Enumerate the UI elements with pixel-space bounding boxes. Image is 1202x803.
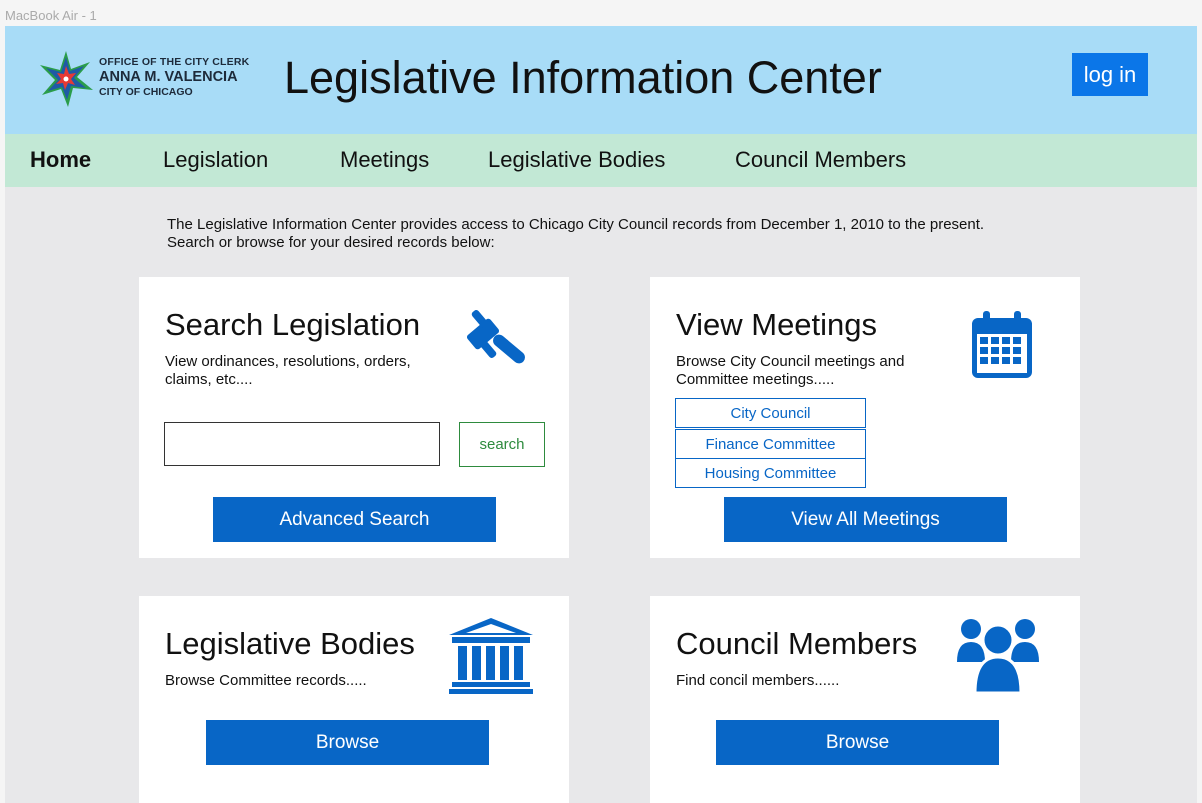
meetings-desc-line-2: Committee meetings..... [676,371,835,388]
main-nav: Home Legislation Meetings Legislative Bo… [5,134,1197,187]
legislative-bodies-description: Browse Committee records..... [165,672,367,689]
meeting-link-housing-committee[interactable]: Housing Committee [675,458,866,488]
site-title: Legislative Information Center [284,52,882,103]
council-members-description: Find concil members...... [676,672,840,689]
chicago-star-icon [40,51,93,107]
browse-legislative-bodies-button[interactable]: Browse [206,720,489,765]
legislative-bodies-card: Legislative Bodies Browse Committee reco… [139,596,569,803]
intro-line-1: The Legislative Information Center provi… [167,216,985,233]
view-meetings-title: View Meetings [676,307,878,342]
building-icon [449,618,533,694]
gavel-icon [466,309,525,364]
meeting-link-city-council[interactable]: City Council [675,398,866,428]
page-frame: OFFICE OF THE CITY CLERK ANNA M. VALENCI… [5,26,1197,803]
search-legislation-description: View ordinances, resolutions, orders, cl… [165,353,411,389]
logo-name-line: ANNA M. VALENCIA [99,69,238,85]
login-button[interactable]: log in [1072,53,1148,96]
search-desc-line-2: claims, etc.... [165,371,253,388]
users-icon [957,619,1039,694]
meetings-desc-line-1: Browse City Council meetings and [676,353,905,370]
nav-item-legislative-bodies[interactable]: Legislative Bodies [488,147,665,173]
search-legislation-title: Search Legislation [165,307,421,342]
city-clerk-logo[interactable]: OFFICE OF THE CITY CLERK ANNA M. VALENCI… [38,50,258,110]
intro-line-2: Search or browse for your desired record… [167,234,495,251]
logo-city-line: CITY OF CHICAGO [99,86,193,98]
intro-text: The Legislative Information Center provi… [167,216,984,252]
nav-item-council-members[interactable]: Council Members [735,147,906,173]
advanced-search-button[interactable]: Advanced Search [213,497,496,542]
logo-office-line: OFFICE OF THE CITY CLERK [99,56,250,68]
view-all-meetings-button[interactable]: View All Meetings [724,497,1007,542]
calendar-icon [972,311,1032,378]
legislative-bodies-title: Legislative Bodies [165,626,415,661]
search-legislation-card: Search Legislation View ordinances, reso… [139,277,569,558]
council-members-title: Council Members [676,626,918,661]
logo-text: OFFICE OF THE CITY CLERK ANNA M. VALENCI… [99,56,249,99]
search-input[interactable] [164,422,440,466]
meeting-link-finance-committee[interactable]: Finance Committee [675,429,866,459]
search-button[interactable]: search [459,422,545,467]
council-members-card: Council Members Find concil members.....… [650,596,1080,803]
nav-item-legislation[interactable]: Legislation [163,147,268,173]
nav-item-meetings[interactable]: Meetings [340,147,429,173]
browse-council-members-button[interactable]: Browse [716,720,999,765]
nav-item-home[interactable]: Home [30,147,91,173]
header: OFFICE OF THE CITY CLERK ANNA M. VALENCI… [5,26,1197,134]
view-meetings-card: View Meetings Browse City Council meetin… [650,277,1080,558]
frame-label: MacBook Air - 1 [5,8,97,23]
view-meetings-description: Browse City Council meetings and Committ… [676,353,904,389]
search-desc-line-1: View ordinances, resolutions, orders, [165,353,411,370]
